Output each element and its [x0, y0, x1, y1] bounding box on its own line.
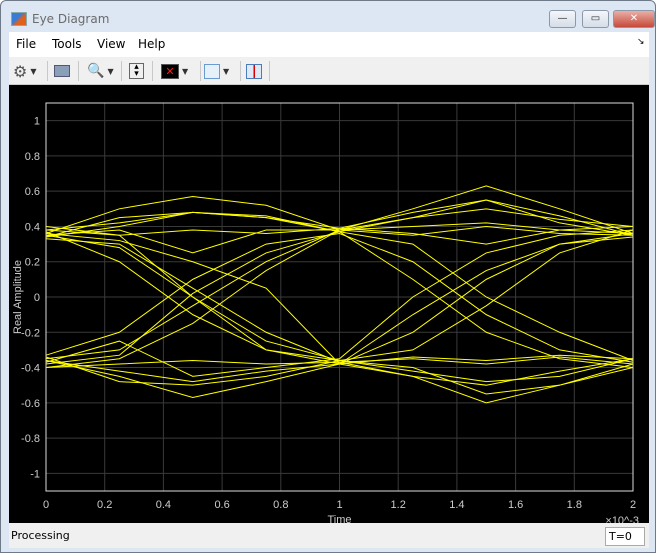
menu-view[interactable]: View: [97, 37, 125, 51]
bathtub-icon: [204, 63, 220, 79]
autoscale-icon: ▴ ▾: [129, 63, 144, 79]
y-axis-label: Real Amplitude: [12, 260, 24, 334]
x-tick-label: 1.4: [449, 499, 464, 511]
title-bar: Eye Diagram — ▭ ✕: [1, 1, 655, 33]
x-tick-label: 1: [336, 499, 342, 511]
y-tick-label: 0: [34, 292, 40, 304]
print-icon: [54, 65, 70, 77]
bathtub-button[interactable]: ▼: [204, 61, 229, 81]
x-tick-label: 0.2: [97, 499, 112, 511]
x-tick-label: 0: [43, 499, 49, 511]
status-text: Processing: [11, 529, 70, 542]
eye-measure-icon: ✕: [161, 63, 179, 79]
y-tick-label: 0.8: [25, 151, 40, 163]
minimize-button[interactable]: —: [549, 10, 576, 28]
x-tick-label: 1.8: [567, 499, 582, 511]
matlab-icon: [11, 12, 27, 26]
x-tick-label: 1.2: [391, 499, 406, 511]
dock-arrow-icon[interactable]: ↘: [637, 37, 645, 47]
gear-icon: ⚙: [13, 61, 28, 81]
x-tick-label: 0.8: [273, 499, 288, 511]
settings-button[interactable]: ⚙ ▼: [13, 61, 37, 81]
cursor-icon: [246, 63, 262, 79]
menu-bar: File Tools View Help ↘: [9, 32, 649, 57]
print-button[interactable]: [54, 61, 70, 81]
y-tick-label: 1: [34, 116, 40, 128]
eye-measurements-button[interactable]: ✕ ▼: [161, 61, 188, 81]
y-tick-label: -0.6: [21, 398, 40, 410]
cursor-button[interactable]: [246, 61, 262, 81]
eye-diagram-plot[interactable]: 0 0.2 0.4 0.6 0.8 1 1.2 1.4 1.6 1.8 2 1 0.8 0.6 0.4 0.2…: [9, 85, 649, 527]
y-tick-label: 0.2: [25, 257, 40, 269]
window-title: Eye Diagram: [32, 12, 110, 26]
y-tick-label: -0.8: [21, 433, 40, 445]
y-tick-label: -1: [30, 468, 40, 480]
x-tick-label: 0.6: [214, 499, 229, 511]
zoom-in-icon: 🔍: [87, 63, 105, 79]
toolbar: ⚙ ▼ 🔍 ▼ ▴ ▾ ✕ ▼ ▼: [9, 57, 649, 85]
x-tick-label: 1.6: [508, 499, 523, 511]
eye-diagram-window: Eye Diagram — ▭ ✕ File Tools View Help ↘…: [0, 0, 656, 553]
y-tick-label: -0.4: [21, 363, 40, 375]
y-tick-label: 0.4: [25, 221, 40, 233]
x-tick-label: 0.4: [156, 499, 171, 511]
menu-tools[interactable]: Tools: [52, 37, 82, 51]
close-button[interactable]: ✕: [613, 10, 655, 28]
plot-svg: 0 0.2 0.4 0.6 0.8 1 1.2 1.4 1.6 1.8 2 1 0.8 0.6 0.4 0.2…: [12, 102, 639, 527]
zoom-button[interactable]: 🔍 ▼: [87, 61, 114, 81]
autoscale-button[interactable]: ▴ ▾: [129, 61, 144, 81]
x-exponent-label: ×10^-3: [605, 515, 639, 523]
y-tick-label: 0.6: [25, 186, 40, 198]
x-tick-label: 2: [630, 499, 636, 511]
x-axis-label: Time: [327, 514, 351, 523]
menu-help[interactable]: Help: [138, 37, 165, 51]
menu-file[interactable]: File: [16, 37, 36, 51]
simulation-time: T=0: [605, 527, 645, 546]
maximize-button[interactable]: ▭: [582, 10, 609, 28]
status-bar: Processing T=0: [9, 523, 649, 548]
